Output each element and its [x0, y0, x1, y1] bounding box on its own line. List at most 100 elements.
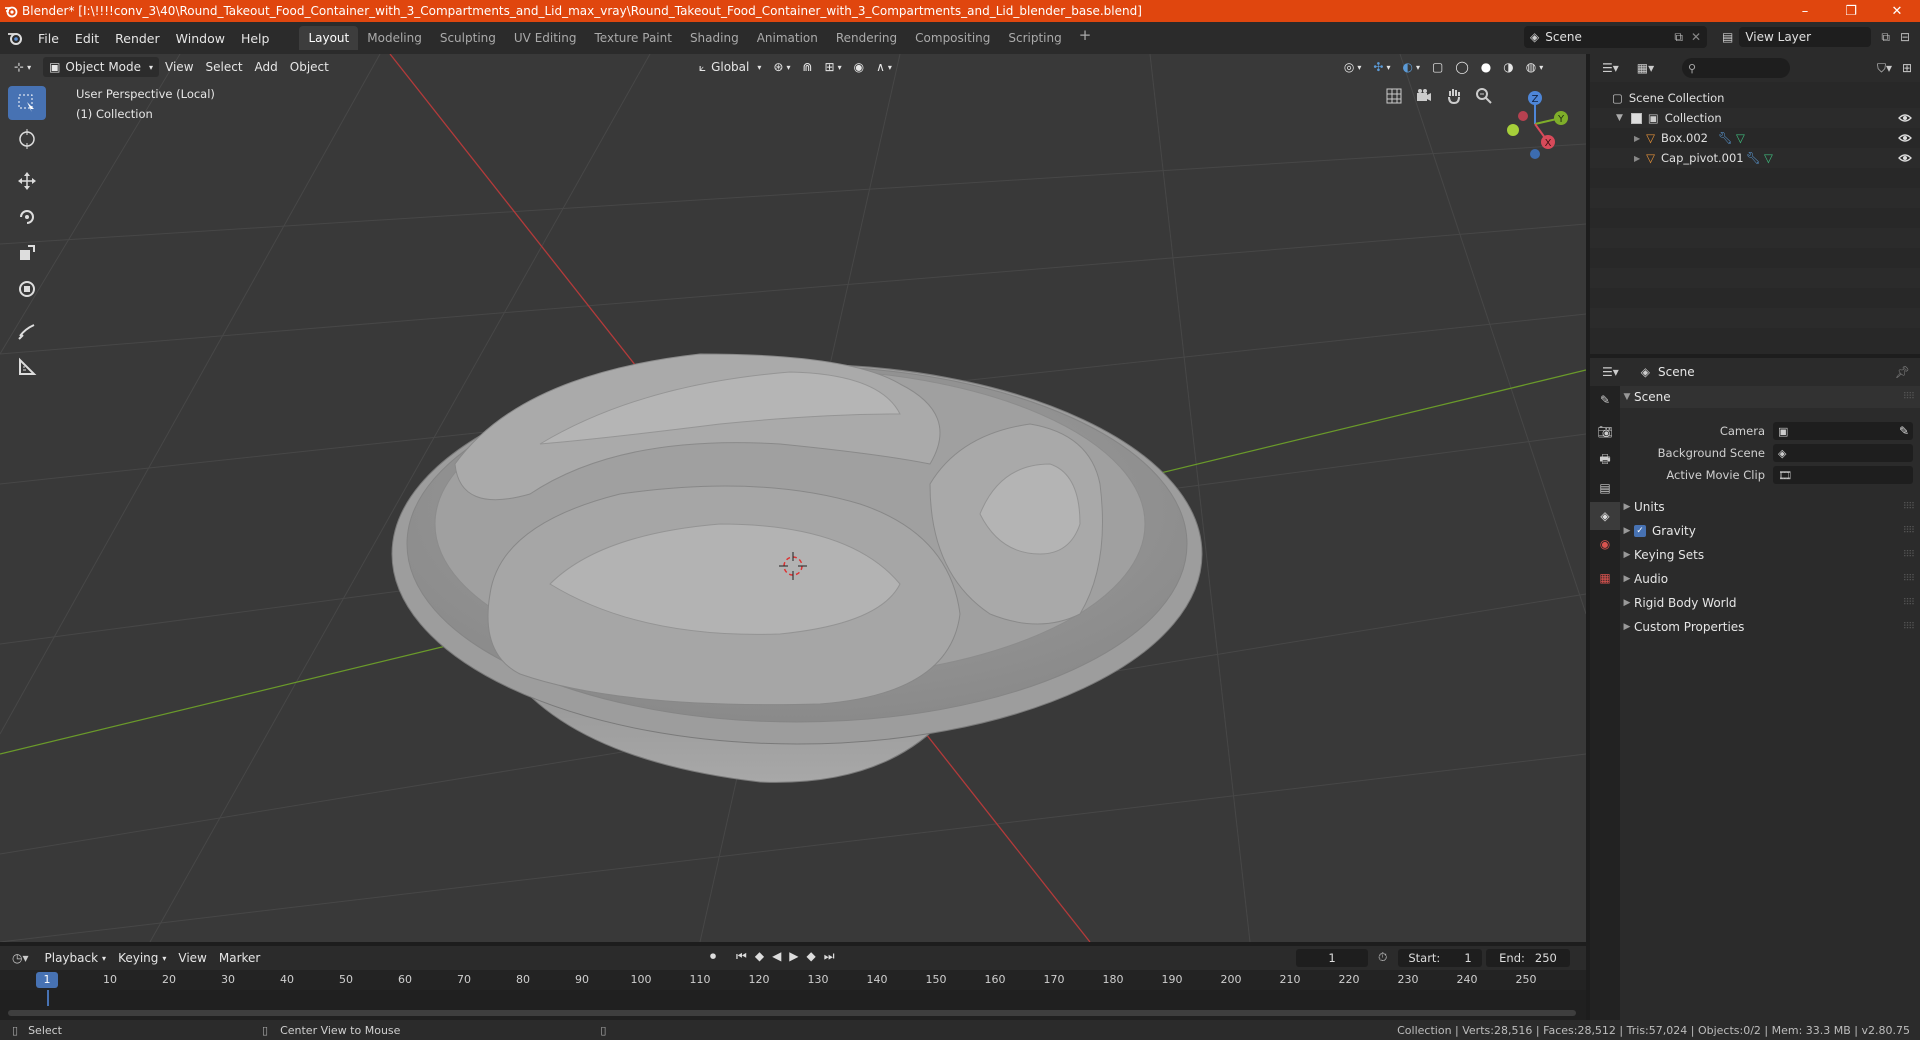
gizmo-toggle[interactable]: ✣ ▾: [1367, 57, 1396, 77]
delete-view-layer-icon[interactable]: ⊟: [1900, 30, 1910, 44]
marker-menu[interactable]: Marker: [213, 948, 266, 968]
falloff-button[interactable]: ∧ ▾: [870, 57, 898, 77]
object-row-cap-pivot[interactable]: ▶ ▽ Cap_pivot.001 🔧︎ ▽: [1590, 148, 1920, 168]
scene-panel-header[interactable]: ▼ Scene ⠿⠿: [1620, 386, 1920, 408]
active-movie-clip-field[interactable]: 🎞︎: [1773, 466, 1913, 484]
start-frame-field[interactable]: Start: 1: [1398, 949, 1482, 967]
menu-view[interactable]: View: [159, 57, 199, 77]
pan-hand-icon[interactable]: [1442, 84, 1466, 108]
shading-solid[interactable]: ●: [1475, 57, 1497, 77]
new-collection-icon[interactable]: ⊞: [1902, 61, 1912, 75]
object-row-box002[interactable]: ▶ ▽ Box.002 🔧︎ ▽: [1590, 128, 1920, 148]
pivot-point-button[interactable]: ⊛ ▾: [767, 57, 796, 77]
zoom-icon[interactable]: [1472, 84, 1496, 108]
overlay-toggle[interactable]: ◐ ▾: [1396, 57, 1426, 77]
annotate-tool[interactable]: [8, 314, 46, 348]
expand-collection-icon[interactable]: ▼: [1616, 113, 1623, 123]
mesh-data-icon[interactable]: ▽: [1764, 151, 1773, 165]
restore-button[interactable]: ❐: [1828, 0, 1874, 22]
play-reverse-icon[interactable]: ◀: [772, 949, 781, 964]
transform-orientation-dropdown[interactable]: ⟀ Global ▾: [693, 57, 768, 77]
timeline-tracks[interactable]: [0, 990, 1586, 1022]
menu-file[interactable]: File: [30, 31, 67, 46]
audio-panel-header[interactable]: ▶ Audio ⠿⠿: [1620, 568, 1920, 590]
view-layer-selector[interactable]: ▤ View Layer ⧉ ⊟: [1722, 26, 1920, 48]
tab-uv-editing[interactable]: UV Editing: [505, 26, 586, 50]
jump-end-icon[interactable]: ⏭: [824, 949, 835, 964]
tab-rendering[interactable]: Rendering: [827, 26, 906, 50]
properties-editor-icon[interactable]: ☰▾: [1602, 365, 1619, 379]
tab-render[interactable]: 📷︎: [1590, 418, 1620, 446]
tab-scripting[interactable]: Scripting: [999, 26, 1070, 50]
new-view-layer-icon[interactable]: ⧉: [1881, 30, 1890, 45]
object-visibility-eye-icon[interactable]: [1898, 151, 1912, 165]
minimize-button[interactable]: –: [1782, 0, 1828, 22]
drag-grip-icon[interactable]: ⠿⠿: [1903, 526, 1915, 536]
tab-texture[interactable]: ▦: [1590, 564, 1620, 592]
tab-animation[interactable]: Animation: [748, 26, 827, 50]
transform-tool[interactable]: [8, 272, 46, 306]
mesh-data-icon[interactable]: ▽: [1736, 131, 1745, 145]
measure-tool[interactable]: [8, 350, 46, 384]
cursor-tool[interactable]: [8, 122, 46, 156]
collection-row[interactable]: ▼ ▣ Collection: [1590, 108, 1920, 128]
jump-start-icon[interactable]: ⏮: [736, 949, 747, 964]
current-frame-marker[interactable]: 1: [36, 972, 58, 988]
drag-grip-icon[interactable]: ⠿⠿: [1903, 502, 1915, 512]
tab-modeling[interactable]: Modeling: [358, 26, 431, 50]
filter-icon[interactable]: ⛉▾: [1877, 61, 1892, 76]
shading-material[interactable]: ◑: [1497, 57, 1519, 77]
eyedropper-icon[interactable]: ✎: [1899, 424, 1909, 438]
snap-toggle[interactable]: ⋒: [796, 57, 818, 77]
background-scene-field[interactable]: ◈: [1773, 444, 1913, 462]
proportional-edit-toggle[interactable]: ◉: [848, 57, 870, 77]
xray-toggle[interactable]: ▢: [1426, 57, 1449, 77]
tab-view-layer[interactable]: ▤: [1590, 474, 1620, 502]
drag-grip-icon[interactable]: ⠿⠿: [1903, 598, 1915, 608]
stopwatch-icon[interactable]: ⏱: [1378, 950, 1387, 965]
3d-viewport[interactable]: ⊹ ▾ ▣ Object Mode ▾ View Select Add Objec…: [0, 54, 1586, 942]
gravity-panel-header[interactable]: ▶ ✓ Gravity ⠿⠿: [1620, 520, 1920, 542]
timeline-view-menu[interactable]: View: [172, 948, 212, 968]
units-panel-header[interactable]: ▶ Units ⠿⠿: [1620, 496, 1920, 518]
custom-properties-panel-header[interactable]: ▶ Custom Properties ⠿⠿: [1620, 616, 1920, 638]
tab-layout[interactable]: Layout: [299, 26, 359, 50]
tab-output[interactable]: 🖶︎: [1590, 446, 1620, 474]
record-button-icon[interactable]: ⏺: [710, 949, 716, 964]
keying-sets-panel-header[interactable]: ▶ Keying Sets ⠿⠿: [1620, 544, 1920, 566]
rigid-body-world-panel-header[interactable]: ▶ Rigid Body World ⠿⠿: [1620, 592, 1920, 614]
menu-add[interactable]: Add: [249, 57, 284, 77]
add-workspace-button[interactable]: +: [1071, 26, 1100, 50]
playback-menu[interactable]: Playback ▾: [39, 948, 113, 968]
move-tool[interactable]: [8, 164, 46, 198]
tab-compositing[interactable]: Compositing: [906, 26, 999, 50]
mode-dropdown[interactable]: ▣ Object Mode ▾: [43, 57, 160, 77]
tab-world[interactable]: ◉: [1590, 530, 1620, 558]
outliner-search-input[interactable]: ⚲: [1682, 58, 1790, 78]
outliner-editor-icon[interactable]: ☰▾: [1602, 61, 1619, 75]
expand-object-icon[interactable]: ▶: [1634, 154, 1640, 163]
scale-tool[interactable]: [8, 236, 46, 270]
blender-menu-icon[interactable]: [0, 30, 30, 46]
tab-tool[interactable]: ✎: [1590, 386, 1620, 414]
scene-collection-row[interactable]: ▢ Scene Collection: [1590, 88, 1920, 108]
menu-render[interactable]: Render: [107, 31, 168, 46]
tab-texture-paint[interactable]: Texture Paint: [586, 26, 681, 50]
camera-field[interactable]: ▣ ✎: [1773, 422, 1913, 440]
keying-menu[interactable]: Keying ▾: [112, 948, 172, 968]
frame-ruler[interactable]: 1 10 20 30 40 50 60 70 80 90 100 110 120…: [0, 970, 1586, 990]
drag-grip-icon[interactable]: ⠿⠿: [1903, 392, 1915, 402]
drag-grip-icon[interactable]: ⠿⠿: [1903, 574, 1915, 584]
camera-view-icon[interactable]: [1412, 84, 1436, 108]
rotate-tool[interactable]: [8, 200, 46, 234]
toggle-grid-icon[interactable]: [1382, 84, 1406, 108]
object-visibility-eye-icon[interactable]: [1898, 131, 1912, 145]
timeline-editor-icon[interactable]: ◷▾: [12, 951, 29, 965]
tab-sculpting[interactable]: Sculpting: [431, 26, 505, 50]
menu-help[interactable]: Help: [233, 31, 278, 46]
new-scene-icon[interactable]: ⧉: [1674, 30, 1683, 45]
select-box-tool[interactable]: [8, 86, 46, 120]
modifier-wrench-icon[interactable]: 🔧︎: [1746, 151, 1761, 165]
drag-grip-icon[interactable]: ⠿⠿: [1903, 622, 1915, 632]
editor-type-button[interactable]: ⊹ ▾: [8, 57, 37, 77]
